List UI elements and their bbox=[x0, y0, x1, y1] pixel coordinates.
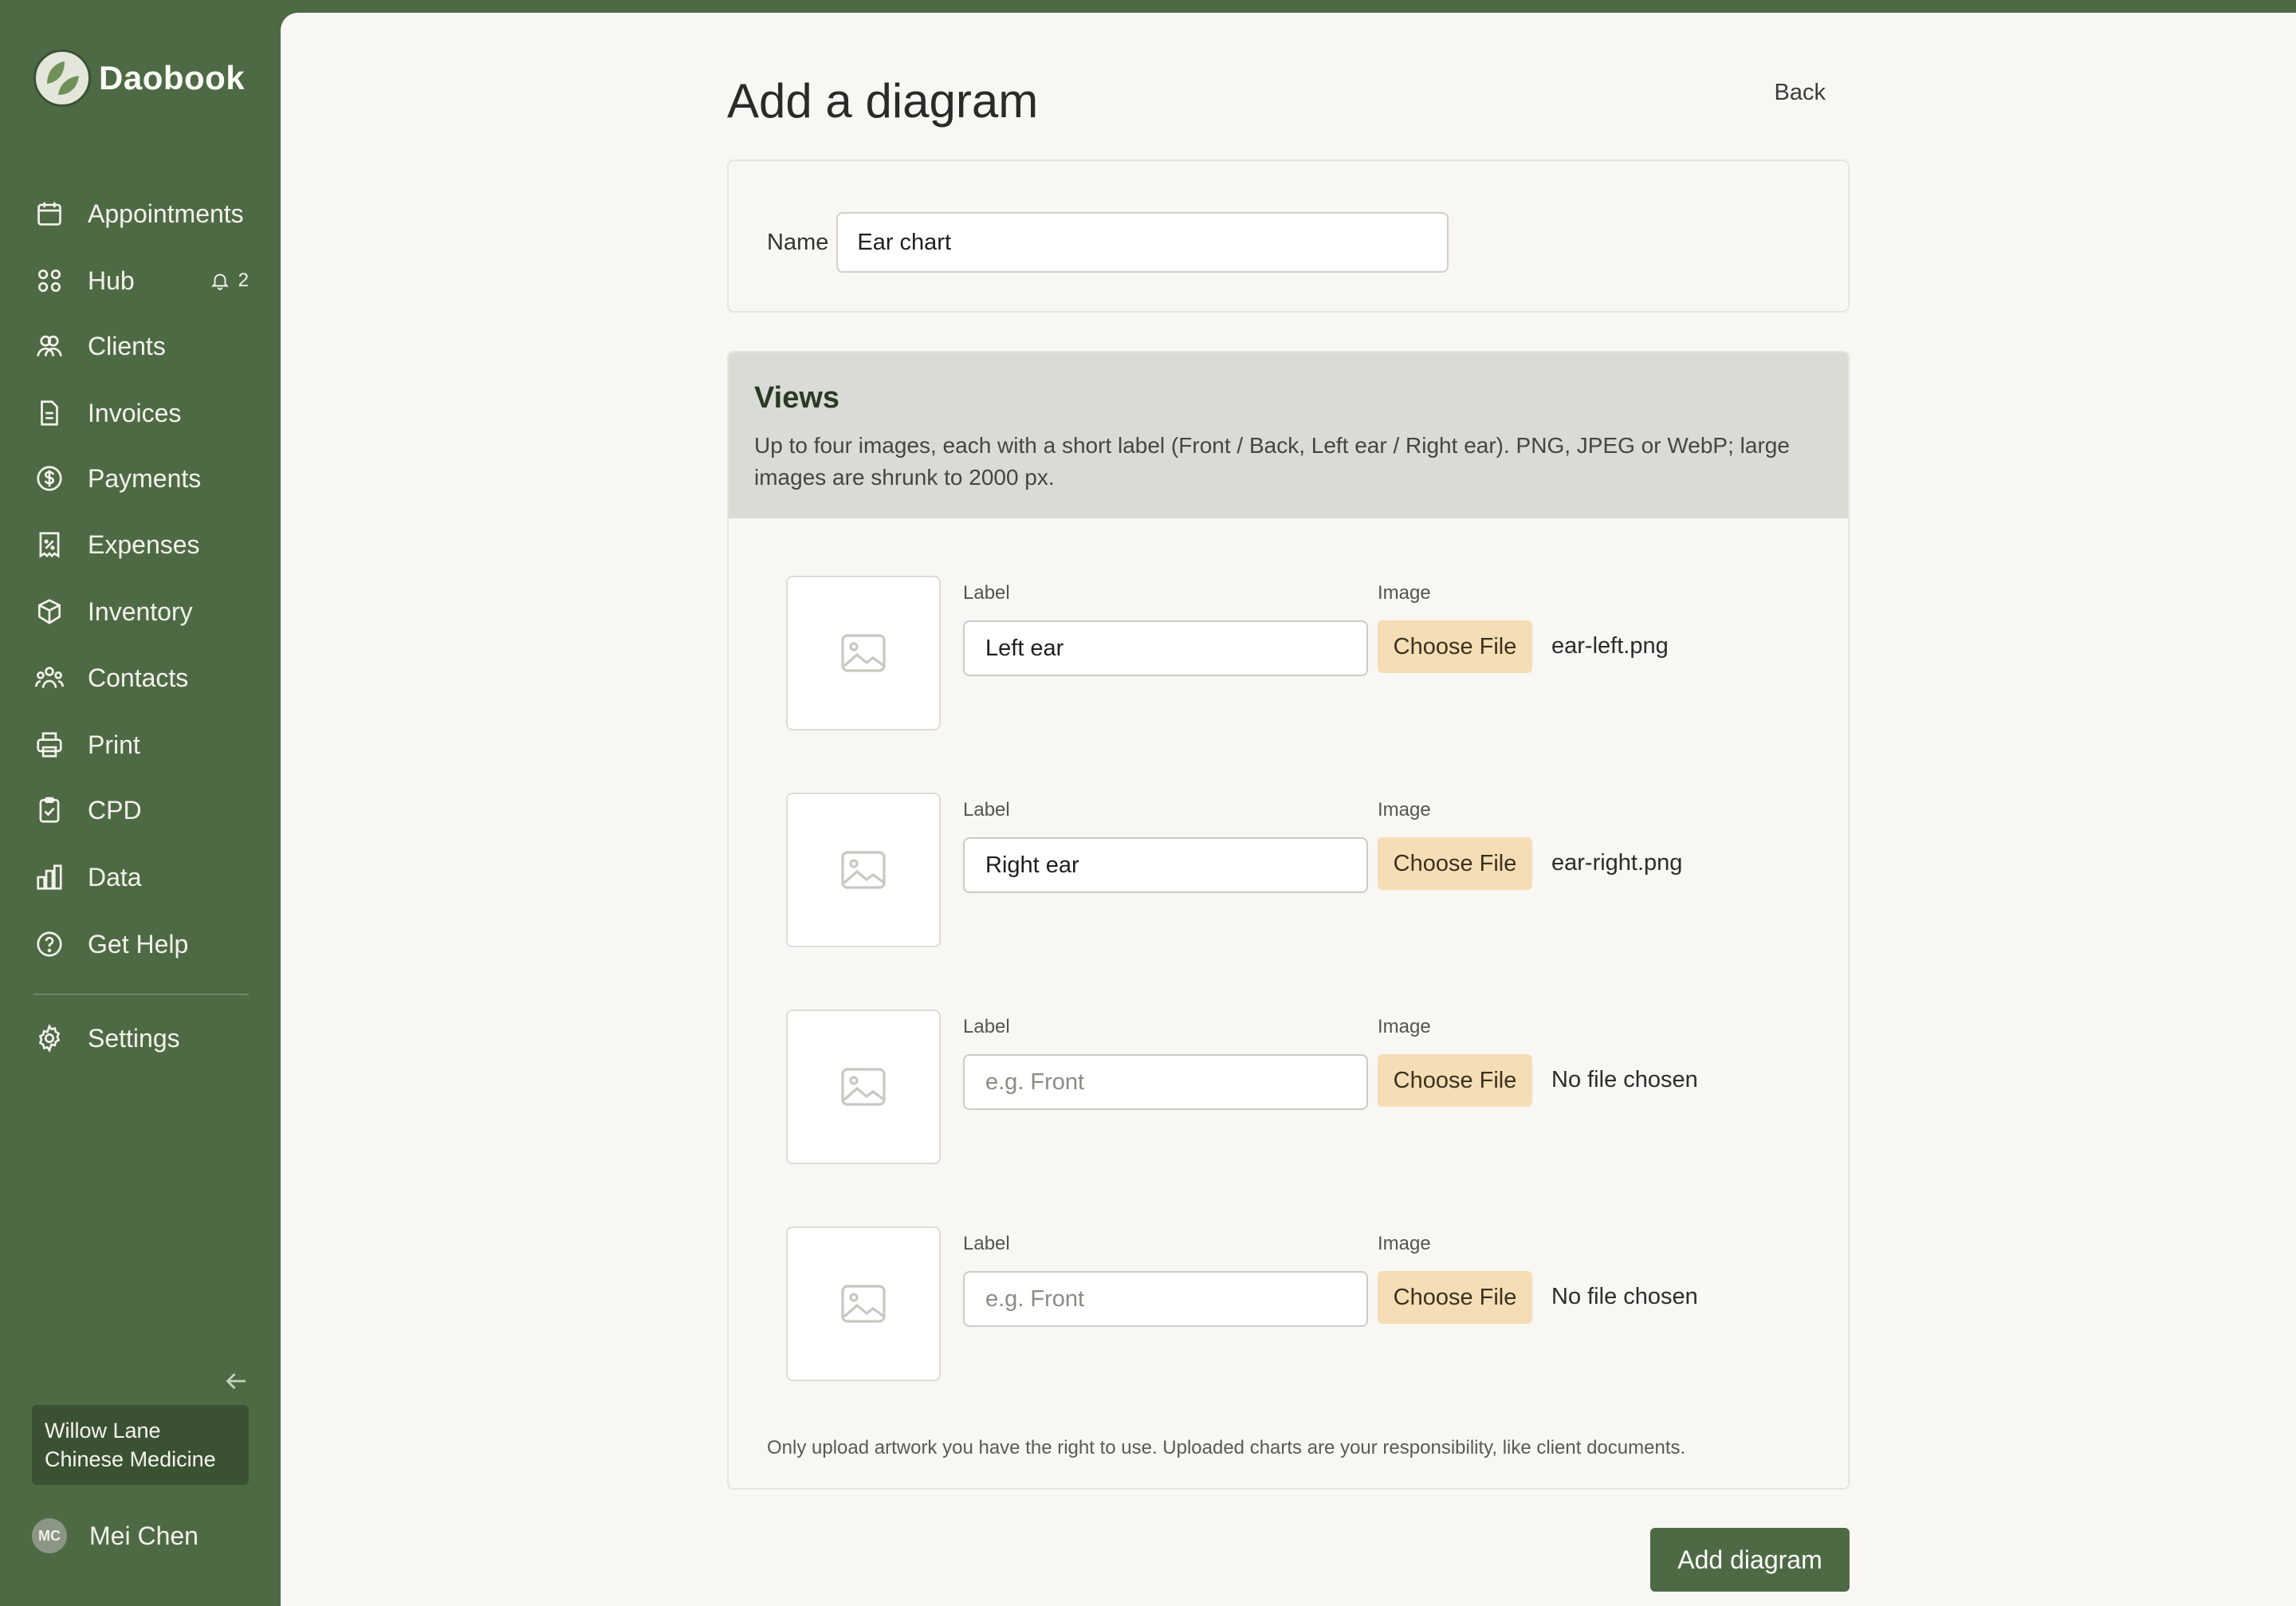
clipboard-check-icon bbox=[33, 794, 65, 826]
practice-name-line1: Willow Lane bbox=[45, 1419, 161, 1443]
label-heading: Label bbox=[963, 1016, 1010, 1037]
view-row: Label Image Choose File ear-left.png bbox=[786, 576, 1791, 730]
nav-item-print[interactable]: Print bbox=[33, 722, 249, 767]
choose-file-button[interactable]: Choose File bbox=[1378, 1054, 1532, 1107]
file-name: ear-left.png bbox=[1551, 633, 1669, 659]
views-title: Views bbox=[754, 381, 840, 415]
name-row: Name bbox=[767, 212, 1449, 273]
brand-name: Daobook bbox=[99, 59, 246, 96]
image-placeholder-icon bbox=[786, 793, 941, 947]
nav-item-get-help[interactable]: Get Help bbox=[33, 922, 249, 966]
add-diagram-button[interactable]: Add diagram bbox=[1650, 1528, 1850, 1592]
nav-label: Data bbox=[88, 862, 142, 892]
name-label: Name bbox=[767, 229, 829, 255]
notification-count: 2 bbox=[238, 270, 249, 291]
label-heading: Label bbox=[963, 582, 1010, 604]
notification-badge[interactable]: 2 bbox=[210, 270, 249, 292]
gear-icon bbox=[33, 1022, 65, 1054]
name-card: Name bbox=[727, 159, 1850, 313]
upload-footnote: Only upload artwork you have the right t… bbox=[767, 1437, 1686, 1458]
practice-switcher[interactable]: Willow Lane Chinese Medicine bbox=[32, 1405, 249, 1485]
nav-item-clients[interactable]: Clients bbox=[33, 324, 249, 368]
nav-label: Appointments bbox=[88, 199, 244, 228]
document-icon bbox=[33, 397, 65, 429]
practice-name-line2: Chinese Medicine bbox=[45, 1447, 216, 1471]
nav-item-contacts[interactable]: Contacts bbox=[33, 655, 249, 700]
nav-item-hub[interactable]: Hub 2 bbox=[33, 258, 249, 303]
choose-file-button[interactable]: Choose File bbox=[1378, 1271, 1532, 1324]
nav-label: Print bbox=[88, 730, 140, 759]
group-icon bbox=[33, 662, 65, 694]
receipt-icon bbox=[33, 529, 65, 561]
nav-label: Contacts bbox=[88, 663, 189, 692]
view-label-input[interactable] bbox=[963, 1271, 1368, 1327]
image-placeholder-icon bbox=[786, 576, 941, 730]
nav-label: Invoices bbox=[88, 398, 182, 427]
calendar-icon bbox=[33, 198, 65, 230]
sidebar: Daobook Appointments Hub 2 Clients Invoi… bbox=[0, 0, 281, 1606]
image-placeholder-icon bbox=[786, 1226, 941, 1381]
bar-chart-icon bbox=[33, 861, 65, 893]
user-name: Mei Chen bbox=[89, 1521, 199, 1550]
dollar-circle-icon bbox=[33, 463, 65, 494]
image-placeholder-icon bbox=[786, 1010, 941, 1164]
nav-label: CPD bbox=[88, 795, 142, 825]
grid-icon bbox=[33, 265, 65, 297]
leaf-logo-icon bbox=[33, 49, 91, 107]
nav-label: Get Help bbox=[88, 929, 189, 958]
nav-item-inventory[interactable]: Inventory bbox=[33, 589, 249, 634]
nav-label: Payments bbox=[88, 463, 202, 493]
label-heading: Label bbox=[963, 1233, 1010, 1254]
collapse-sidebar-icon[interactable] bbox=[222, 1367, 250, 1395]
page-title: Add a diagram bbox=[727, 74, 1039, 128]
user-menu[interactable]: MC Mei Chen bbox=[32, 1518, 199, 1553]
nav-label: Hub bbox=[88, 266, 135, 295]
view-label-input[interactable] bbox=[963, 1054, 1368, 1110]
view-label-input[interactable] bbox=[963, 620, 1368, 676]
nav-item-invoices[interactable]: Invoices bbox=[33, 391, 249, 435]
users-icon bbox=[33, 330, 65, 362]
nav-label: Inventory bbox=[88, 596, 193, 626]
main-panel: Add a diagram Back Name Views Up to four… bbox=[281, 13, 2296, 1606]
image-heading: Image bbox=[1378, 582, 1431, 604]
nav-item-expenses[interactable]: Expenses bbox=[33, 522, 249, 567]
file-name: No file chosen bbox=[1551, 1284, 1698, 1309]
help-circle-icon bbox=[33, 928, 65, 960]
nav-item-data[interactable]: Data bbox=[33, 855, 249, 899]
nav-label: Clients bbox=[88, 331, 166, 360]
image-heading: Image bbox=[1378, 799, 1431, 821]
back-link[interactable]: Back bbox=[1775, 80, 1826, 106]
brand[interactable]: Daobook bbox=[33, 48, 245, 108]
views-description: Up to four images, each with a short lab… bbox=[754, 433, 1790, 490]
image-heading: Image bbox=[1378, 1016, 1431, 1037]
nav-item-cpd[interactable]: CPD bbox=[33, 788, 249, 833]
nav-label: Settings bbox=[88, 1023, 180, 1053]
view-row: Label Image Choose File No file chosen bbox=[786, 1226, 1791, 1381]
nav-label: Expenses bbox=[88, 529, 200, 559]
view-row: Label Image Choose File ear-right.png bbox=[786, 793, 1791, 947]
box-icon bbox=[33, 596, 65, 628]
nav-item-appointments[interactable]: Appointments bbox=[33, 191, 249, 236]
nav-divider bbox=[33, 994, 249, 995]
label-heading: Label bbox=[963, 799, 1010, 821]
image-heading: Image bbox=[1378, 1233, 1431, 1254]
printer-icon bbox=[33, 729, 65, 761]
view-row: Label Image Choose File No file chosen bbox=[786, 1010, 1791, 1164]
avatar: MC bbox=[32, 1518, 67, 1553]
choose-file-button[interactable]: Choose File bbox=[1378, 620, 1532, 673]
bell-icon bbox=[210, 274, 229, 290]
nav-item-payments[interactable]: Payments bbox=[33, 456, 249, 501]
name-input[interactable] bbox=[836, 212, 1449, 273]
views-header: Views Up to four images, each with a sho… bbox=[729, 352, 1848, 518]
views-card: Views Up to four images, each with a sho… bbox=[727, 351, 1850, 1490]
file-name: No file chosen bbox=[1551, 1067, 1698, 1092]
view-label-input[interactable] bbox=[963, 837, 1368, 893]
choose-file-button[interactable]: Choose File bbox=[1378, 837, 1532, 890]
file-name: ear-right.png bbox=[1551, 850, 1683, 876]
nav-item-settings[interactable]: Settings bbox=[33, 1016, 249, 1061]
